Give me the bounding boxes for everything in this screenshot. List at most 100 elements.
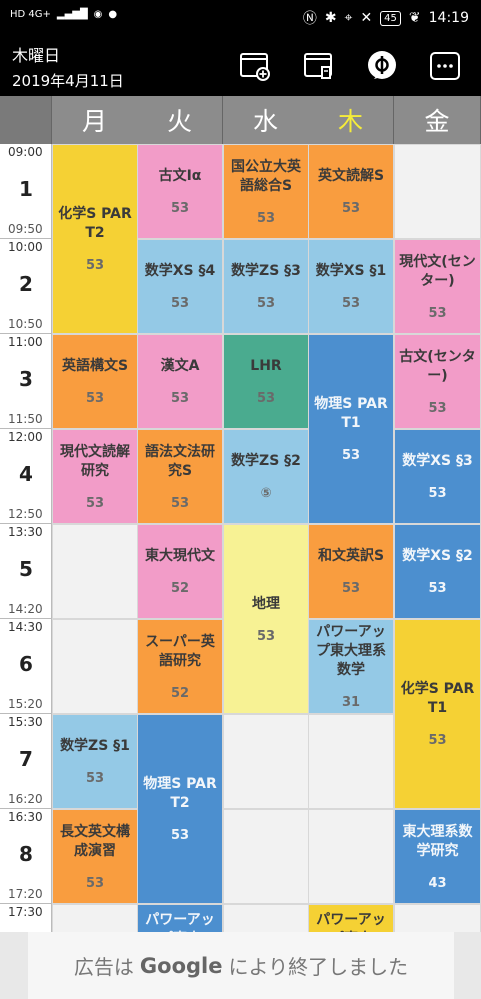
status-time: 14:19 bbox=[428, 10, 469, 26]
class-room: 53 bbox=[428, 400, 447, 416]
class-room: ⑤ bbox=[260, 486, 272, 501]
battery-indicator: 45 bbox=[380, 10, 401, 26]
empty-slot[interactable] bbox=[52, 619, 138, 714]
signal-icon: ▂▄▆█ bbox=[56, 9, 88, 20]
leaf-icon: ❦ bbox=[408, 10, 421, 26]
class-room: 31 bbox=[341, 695, 361, 710]
class-cell[interactable]: 現代文読解研究 53 bbox=[52, 429, 138, 524]
class-name: パワーアップ東大理系数学 bbox=[316, 624, 386, 678]
class-name: 化学S PAR T1 bbox=[400, 681, 475, 716]
class-cell[interactable]: 英文読解S 53 bbox=[308, 144, 394, 239]
class-cell[interactable]: 和文英訳S 53 bbox=[308, 524, 394, 619]
class-name: 国公立大英語総合S bbox=[231, 158, 301, 194]
class-name: スーパー英語研究 bbox=[145, 633, 215, 669]
class-cell[interactable]: LHR 53 bbox=[223, 334, 309, 429]
class-room: 53 bbox=[341, 201, 361, 216]
class-cell[interactable]: 化学S PAR T2 53 bbox=[52, 144, 138, 334]
class-cell[interactable]: 英語構文S 53 bbox=[52, 334, 138, 429]
class-cell[interactable]: パワーアップ東大 bbox=[137, 904, 223, 932]
class-room: 53 bbox=[85, 875, 105, 891]
class-cell[interactable]: 東大理系数学研究 43 bbox=[394, 809, 481, 904]
class-name: 古文(センター) bbox=[399, 348, 476, 384]
empty-slot[interactable] bbox=[223, 904, 309, 932]
class-name: 数学XS §4 bbox=[144, 263, 216, 279]
add-window-icon bbox=[240, 53, 270, 81]
class-cell[interactable]: 長文英文構成演習 53 bbox=[52, 809, 138, 904]
ad-banner[interactable]: 広告は Google により終了しました bbox=[28, 932, 454, 999]
class-room: 53 bbox=[170, 495, 190, 511]
class-cell[interactable]: 物理S PAR T2 53 bbox=[137, 714, 223, 904]
class-name: 数学XS §1 bbox=[315, 263, 387, 279]
empty-slot[interactable] bbox=[308, 714, 394, 809]
ad-text-suffix: により終了しました bbox=[228, 955, 409, 979]
class-cell[interactable]: 数学ZS §2 ⑤ bbox=[223, 429, 309, 524]
period-start-time: 17:30 bbox=[8, 905, 43, 919]
period-label-2: 10:00 2 10:50 bbox=[0, 239, 52, 334]
class-name: 現代文読解研究 bbox=[60, 443, 130, 479]
period-start-time: 15:30 bbox=[8, 715, 43, 729]
period-end-time: 16:20 bbox=[8, 792, 43, 806]
class-name: 古文Iα bbox=[158, 168, 202, 184]
class-cell[interactable]: 現代文(センター) 53 bbox=[394, 239, 481, 334]
add-timetable-button[interactable] bbox=[238, 49, 272, 83]
more-options-button[interactable] bbox=[428, 49, 462, 83]
period-number: 4 bbox=[19, 462, 33, 486]
class-name: LHR bbox=[250, 358, 282, 374]
class-cell[interactable]: 数学XS §3 53 bbox=[394, 429, 481, 524]
brand-app-button[interactable] bbox=[365, 49, 399, 83]
weekday-label: 木曜日 bbox=[12, 46, 61, 65]
class-cell[interactable]: 語法文法研究S 53 bbox=[137, 429, 223, 524]
class-room: 53 bbox=[170, 296, 190, 311]
day-header-3: 木 bbox=[308, 96, 394, 144]
class-cell[interactable]: パワーアップ東大理系数学 31 bbox=[308, 619, 394, 714]
edit-timetable-button[interactable] bbox=[302, 49, 336, 83]
period-label-3: 11:00 3 11:50 bbox=[0, 334, 52, 429]
empty-slot[interactable] bbox=[52, 904, 138, 932]
mute-icon: ✕ bbox=[360, 10, 373, 26]
period-number: 7 bbox=[19, 747, 33, 771]
class-room: 53 bbox=[256, 210, 276, 226]
class-room: 53 bbox=[256, 391, 276, 406]
class-room: 52 bbox=[170, 685, 190, 701]
empty-slot[interactable] bbox=[223, 809, 309, 904]
empty-slot[interactable] bbox=[394, 144, 481, 239]
class-cell[interactable]: 国公立大英語総合S 53 bbox=[223, 144, 309, 239]
class-cell[interactable]: 数学XS §4 53 bbox=[137, 239, 223, 334]
class-cell[interactable]: 東大現代文 52 bbox=[137, 524, 223, 619]
period-end-time: 12:50 bbox=[8, 507, 43, 521]
class-cell[interactable]: 漢文A 53 bbox=[137, 334, 223, 429]
class-cell[interactable]: 数学ZS §3 53 bbox=[223, 239, 309, 334]
brand-logo-icon bbox=[368, 51, 396, 79]
class-cell[interactable]: 地理 53 bbox=[223, 524, 309, 714]
nfc-icon: Ⓝ bbox=[302, 11, 317, 27]
period-label-1: 09:00 1 09:50 bbox=[0, 144, 52, 239]
class-cell[interactable]: 古文Iα 53 bbox=[137, 144, 223, 239]
class-cell[interactable]: 古文(センター) 53 bbox=[394, 334, 481, 429]
period-end-time: 14:20 bbox=[8, 602, 43, 616]
class-name: 東大理系数学研究 bbox=[402, 823, 473, 859]
class-name: 数学XS §2 bbox=[402, 548, 473, 564]
empty-slot[interactable] bbox=[223, 714, 309, 809]
class-cell[interactable]: パワーアップ東大 bbox=[308, 904, 394, 932]
class-cell[interactable]: 数学XS §1 53 bbox=[308, 239, 394, 334]
google-logo: Google bbox=[139, 953, 223, 978]
empty-slot[interactable] bbox=[52, 524, 138, 619]
period-number: 2 bbox=[19, 272, 33, 296]
class-room: 53 bbox=[428, 581, 447, 596]
period-label-7: 15:30 7 16:20 bbox=[0, 714, 52, 809]
class-cell[interactable]: 化学S PAR T1 53 bbox=[394, 619, 481, 809]
class-name: 東大現代文 bbox=[145, 548, 215, 564]
period-number: 5 bbox=[19, 557, 33, 581]
period-label-4: 12:00 4 12:50 bbox=[0, 429, 52, 524]
class-cell[interactable]: スーパー英語研究 52 bbox=[137, 619, 223, 714]
empty-slot[interactable] bbox=[308, 809, 394, 904]
class-name: 物理S PAR T1 bbox=[314, 396, 388, 431]
period-start-time: 10:00 bbox=[8, 240, 43, 254]
class-cell[interactable]: 物理S PAR T1 53 bbox=[308, 334, 394, 524]
class-room: 53 bbox=[428, 305, 447, 321]
class-cell[interactable]: 数学XS §2 53 bbox=[394, 524, 481, 619]
class-name: 数学ZS §2 bbox=[231, 453, 301, 469]
class-name: 漢文A bbox=[160, 358, 200, 374]
class-cell[interactable]: 数学ZS §1 53 bbox=[52, 714, 138, 809]
empty-slot[interactable] bbox=[394, 904, 481, 932]
